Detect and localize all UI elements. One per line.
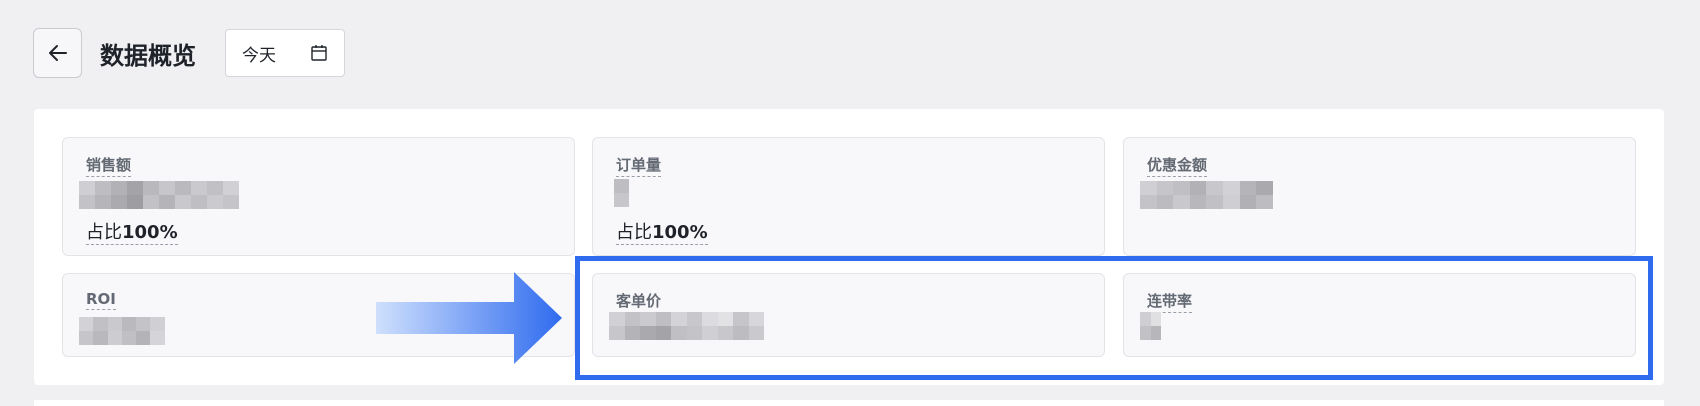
metric-card-discount[interactable]: 优惠金额 bbox=[1123, 137, 1636, 256]
page-header: 数据概览 今天 bbox=[33, 28, 345, 78]
next-panel-edge bbox=[34, 400, 1664, 406]
redacted-value bbox=[79, 317, 165, 345]
sales-share-ratio: 占比100% bbox=[86, 218, 178, 245]
date-picker-value: 今天 bbox=[242, 45, 276, 66]
redacted-value bbox=[79, 181, 239, 209]
metric-card-orders[interactable]: 订单量 占比100% bbox=[592, 137, 1105, 256]
metric-label: 销售额 bbox=[86, 154, 132, 177]
metric-label: 优惠金额 bbox=[1147, 154, 1208, 177]
metric-label: 订单量 bbox=[616, 154, 662, 177]
annotation-arrow-icon bbox=[376, 272, 562, 364]
orders-share-ratio: 占比100% bbox=[616, 218, 708, 245]
ratio-prefix: 占比 bbox=[86, 222, 122, 243]
redacted-value bbox=[1140, 181, 1273, 209]
metric-card-sales[interactable]: 销售额 占比100% bbox=[62, 137, 575, 256]
metric-label: ROI bbox=[86, 290, 116, 310]
page-title: 数据概览 bbox=[100, 41, 196, 70]
annotation-highlight-box bbox=[575, 256, 1653, 380]
ratio-value: 100% bbox=[122, 222, 178, 243]
calendar-icon bbox=[311, 45, 327, 61]
redacted-value bbox=[614, 179, 629, 207]
back-button[interactable] bbox=[33, 28, 82, 78]
ratio-value: 100% bbox=[652, 222, 708, 243]
date-range-picker[interactable]: 今天 bbox=[225, 29, 345, 77]
ratio-prefix: 占比 bbox=[616, 222, 652, 243]
arrow-left-icon bbox=[48, 45, 67, 61]
